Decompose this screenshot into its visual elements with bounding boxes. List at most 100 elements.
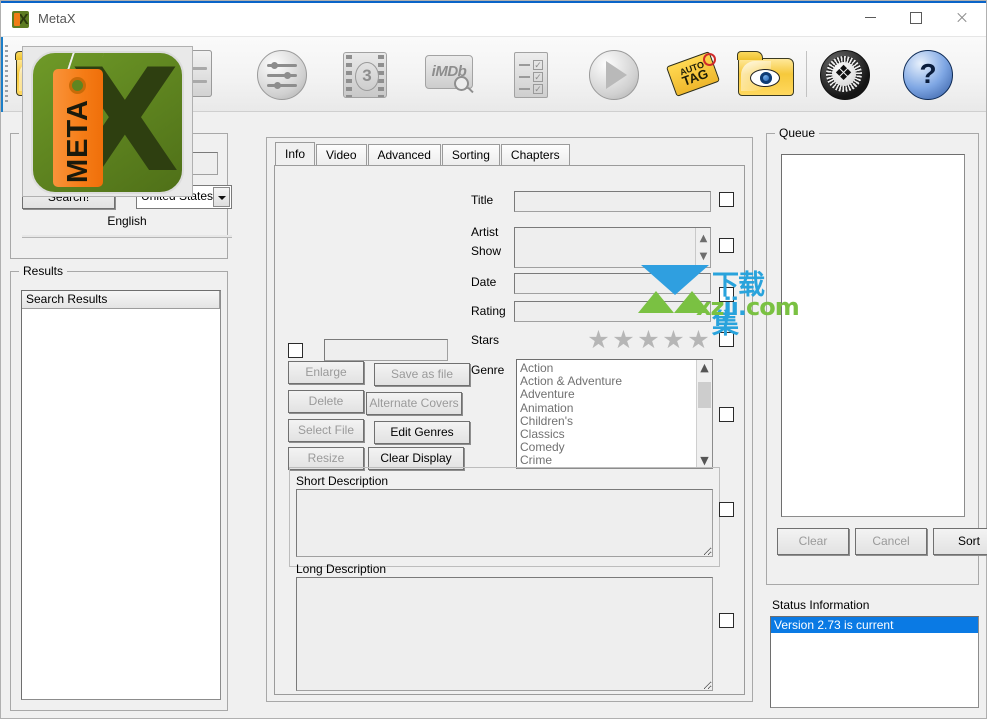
genre-item[interactable]: Adventure	[517, 388, 712, 401]
settings-button[interactable]: ❖	[812, 42, 878, 108]
preferences-button[interactable]	[249, 42, 315, 108]
rating-label: Rating	[471, 304, 506, 318]
metax-window: X MetaX ➥	[0, 0, 987, 719]
rating-input[interactable]	[514, 301, 711, 322]
minimize-button[interactable]	[847, 1, 893, 35]
star-5[interactable]: ★	[687, 327, 710, 352]
checklist-button[interactable]: ✓ ✓ ✓	[498, 42, 564, 108]
genre-item[interactable]: Crime	[517, 454, 712, 467]
scroll-thumb[interactable]	[698, 382, 711, 408]
preview-folder-button[interactable]	[733, 42, 799, 108]
date-label: Date	[471, 275, 497, 289]
chevron-down-icon[interactable]: ▼	[699, 252, 708, 262]
stars-label: Stars	[471, 333, 500, 347]
language-divider	[22, 235, 232, 238]
results-panel: Results Search Results	[10, 264, 228, 711]
select-file-button[interactable]: Select File	[288, 419, 364, 442]
title-accent-line	[1, 1, 986, 3]
artist-label: Artist	[471, 225, 499, 239]
queue-list[interactable]	[781, 154, 965, 517]
tab-video[interactable]: Video	[316, 144, 367, 166]
results-list-header[interactable]: Search Results	[22, 291, 220, 309]
toolbar-accent	[1, 37, 3, 112]
cover-checkbox[interactable]	[288, 343, 303, 358]
toolbar-grip[interactable]	[5, 45, 8, 103]
cover-path-input[interactable]	[324, 339, 448, 361]
sort-queue-button[interactable]: Sort	[933, 528, 987, 555]
title-checkbox[interactable]	[719, 192, 734, 207]
sliders-circle-icon	[249, 42, 315, 108]
artist-show-input[interactable]: ▲ ▼	[514, 227, 711, 268]
results-panel-caption: Results	[19, 264, 68, 278]
title-bar: X MetaX	[1, 1, 986, 37]
artist-checkbox[interactable]	[719, 238, 734, 253]
play-circle-icon	[581, 42, 647, 108]
save-as-file-button[interactable]: Save as file	[374, 363, 470, 386]
tab-chapters[interactable]: Chapters	[500, 144, 570, 166]
queue-panel: Queue Clear Cancel Sort	[766, 126, 987, 585]
tab-strip: Info Video Advanced Sorting Chapters	[275, 142, 571, 166]
scroll-up-icon[interactable]: ▲	[697, 360, 712, 375]
help-glyph: ?	[903, 50, 953, 100]
film-button[interactable]: 3	[332, 42, 398, 108]
long-description-checkbox[interactable]	[719, 613, 734, 628]
show-label: Show	[471, 244, 502, 258]
queue-panel-caption: Queue	[775, 126, 820, 140]
language-label: English	[107, 214, 147, 228]
delete-button[interactable]: Delete	[288, 390, 364, 413]
imdb-magnifier-icon: iMDb	[416, 42, 482, 108]
title-input[interactable]	[514, 191, 711, 212]
artist-spinner[interactable]: ▲ ▼	[695, 228, 710, 267]
cover-art-box[interactable]: X META	[22, 46, 193, 197]
tab-sorting[interactable]: Sorting	[441, 144, 500, 166]
title-label: Title	[471, 193, 494, 207]
short-description-checkbox[interactable]	[719, 502, 734, 517]
toolbar-separator-2	[806, 51, 807, 97]
tab-advanced[interactable]: Advanced	[367, 144, 441, 166]
long-description-input[interactable]	[296, 577, 713, 691]
stars-checkbox[interactable]	[719, 332, 734, 347]
genre-checkbox[interactable]	[719, 407, 734, 422]
film-reel-icon: 3	[332, 42, 398, 108]
logo-tag-text: META	[62, 99, 94, 184]
genre-list[interactable]: Action Action & Adventure Adventure Anim…	[516, 359, 713, 469]
tab-info[interactable]: Info	[275, 142, 316, 166]
cancel-queue-button[interactable]: Cancel	[855, 528, 927, 555]
genre-scrollbar[interactable]: ▲ ▼	[696, 360, 712, 468]
stars-rating[interactable]: ★ ★ ★ ★ ★	[587, 327, 710, 352]
long-description-label: Long Description	[296, 562, 387, 576]
logo-tag: META	[53, 69, 103, 187]
chevron-down-icon[interactable]	[213, 187, 230, 207]
edit-genres-button[interactable]: Edit Genres	[374, 421, 470, 444]
star-1[interactable]: ★	[587, 327, 610, 352]
scroll-down-icon[interactable]: ▼	[697, 453, 712, 468]
short-description-input[interactable]	[296, 489, 713, 557]
checklist-icon: ✓ ✓ ✓	[498, 42, 564, 108]
imdb-search-button[interactable]: iMDb	[416, 42, 482, 108]
minimize-icon	[865, 17, 876, 18]
status-information-list[interactable]: Version 2.73 is current	[770, 616, 979, 708]
star-4[interactable]: ★	[662, 327, 685, 352]
close-button[interactable]	[939, 1, 985, 35]
results-list[interactable]: Search Results	[21, 290, 221, 700]
folder-eye-icon	[733, 42, 799, 108]
help-button[interactable]: ?	[895, 42, 961, 108]
date-checkbox[interactable]	[719, 287, 734, 302]
date-input[interactable]	[514, 273, 711, 294]
run-button[interactable]	[581, 42, 647, 108]
close-icon	[956, 12, 967, 23]
star-3[interactable]: ★	[637, 327, 660, 352]
status-message-row[interactable]: Version 2.73 is current	[771, 617, 978, 633]
app-icon: X	[12, 11, 29, 28]
alternate-covers-button[interactable]: Alternate Covers	[366, 392, 462, 415]
star-2[interactable]: ★	[612, 327, 635, 352]
window-title: MetaX	[38, 11, 76, 26]
chevron-up-icon[interactable]: ▲	[699, 234, 708, 244]
genre-item[interactable]: Animation	[517, 401, 712, 415]
metax-logo-icon: X META	[31, 51, 184, 194]
clear-queue-button[interactable]: Clear	[777, 528, 849, 555]
auto-tag-button[interactable]: AUTO TAG	[663, 42, 729, 108]
enlarge-button[interactable]: Enlarge	[288, 361, 364, 384]
status-information-label: Status Information	[772, 598, 870, 612]
maximize-button[interactable]	[893, 1, 939, 35]
